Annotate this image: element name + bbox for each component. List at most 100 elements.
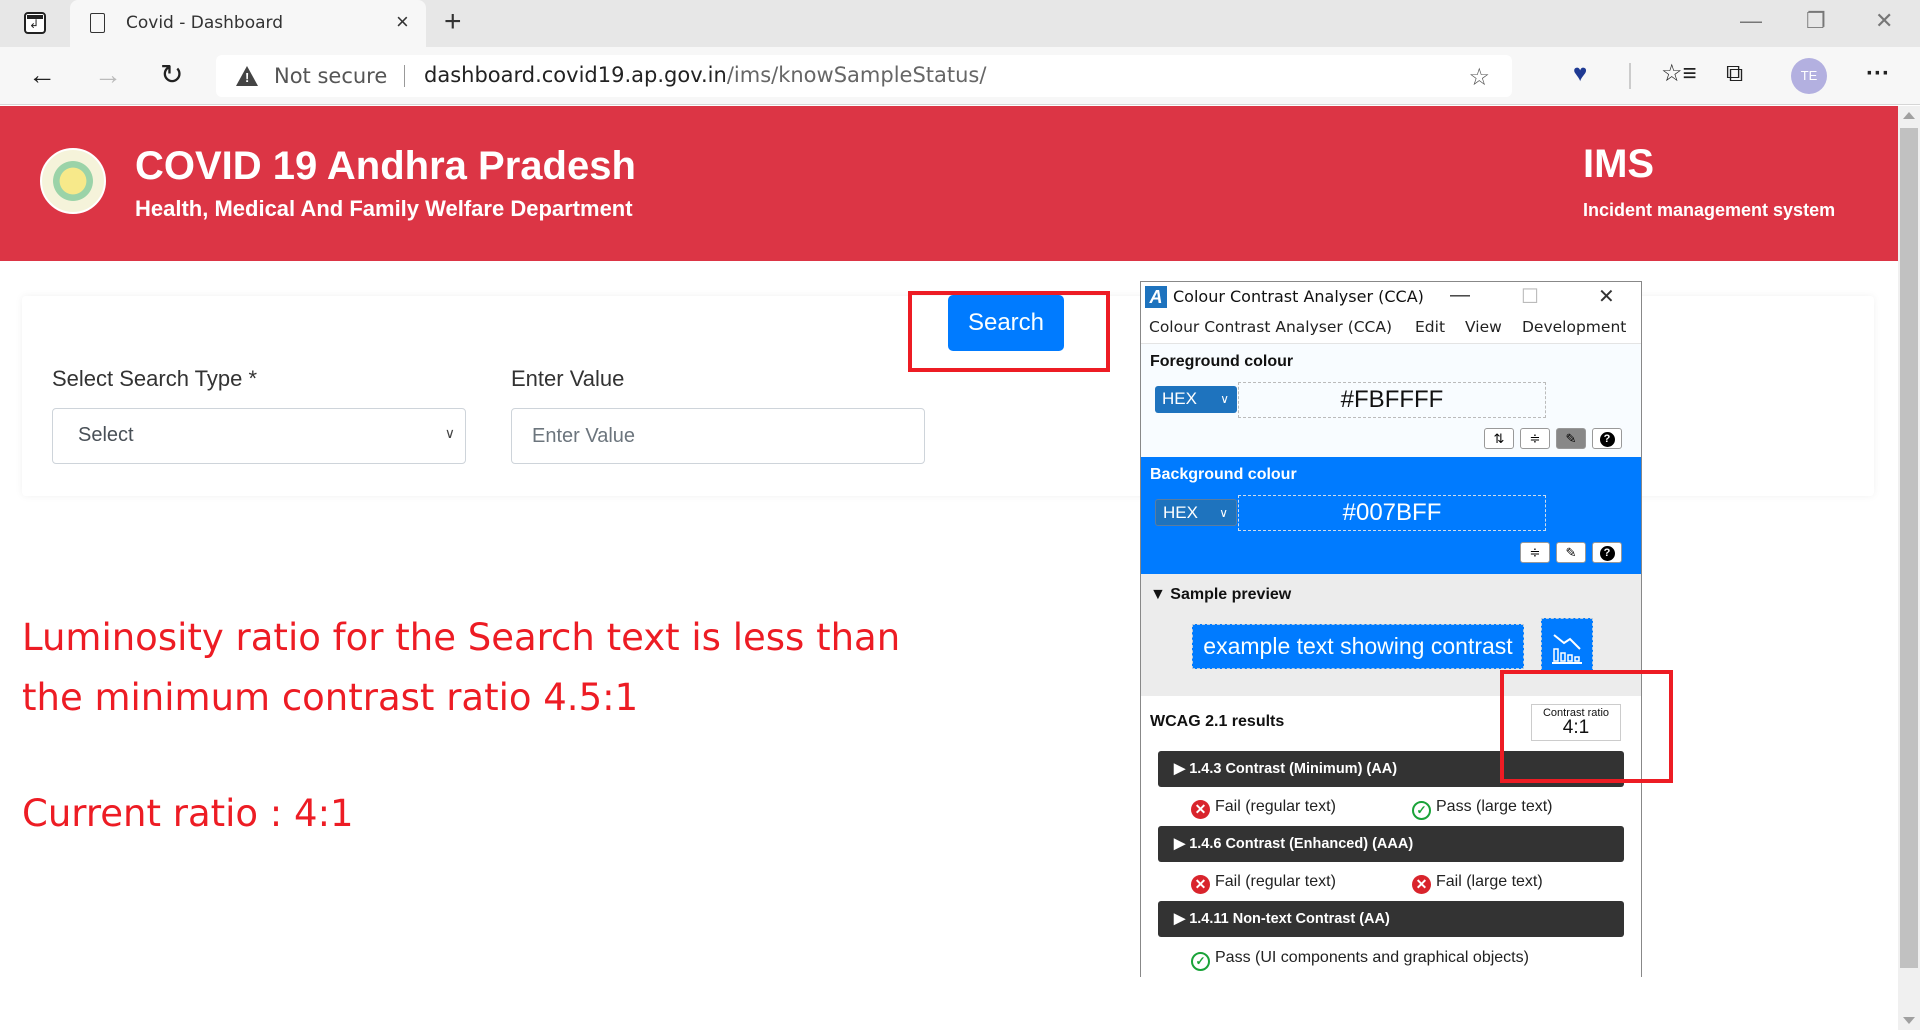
ims-subtitle: Incident management system bbox=[1583, 200, 1836, 220]
new-tab-button[interactable]: + bbox=[444, 6, 462, 38]
ims-title: IMS bbox=[1583, 142, 1655, 186]
annotation-current-ratio: Current ratio : 4:1 bbox=[22, 792, 354, 835]
tab-title: Covid - Dashboard bbox=[126, 13, 284, 33]
sample-preview-text: example text showing contrast bbox=[1192, 624, 1524, 669]
site-header: COVID 19 Andhra Pradesh Health, Medical … bbox=[0, 106, 1898, 261]
toolbar-divider bbox=[1629, 63, 1631, 89]
cca-logo-icon: A bbox=[1145, 286, 1167, 308]
background-format-select[interactable]: HEX ∨ bbox=[1155, 499, 1237, 526]
search-type-label: Select Search Type * bbox=[52, 366, 258, 391]
swap-colours-icon[interactable]: ⇅ bbox=[1484, 428, 1514, 449]
heart-shield-icon[interactable]: ♥ bbox=[1573, 59, 1587, 89]
collections-icon[interactable]: ⧉ bbox=[1726, 59, 1743, 89]
divider bbox=[404, 65, 405, 87]
search-type-value: Select bbox=[78, 424, 134, 446]
result-item: ✕ Fail (large text) bbox=[1412, 873, 1543, 894]
search-type-select[interactable]: Select ∨ bbox=[52, 408, 466, 464]
url-text[interactable]: dashboard.covid19.ap.gov.in/ims/knowSamp… bbox=[424, 63, 986, 87]
result-item: ✓ Pass (UI components and graphical objec… bbox=[1191, 949, 1529, 971]
scroll-thumb[interactable] bbox=[1900, 128, 1918, 968]
page-scrollbar[interactable] bbox=[1898, 106, 1920, 1030]
chevron-down-icon: ∨ bbox=[1219, 506, 1228, 520]
menu-view[interactable]: View bbox=[1465, 318, 1502, 336]
sample-preview-title: Sample preview bbox=[1170, 586, 1292, 603]
state-emblem-logo bbox=[40, 148, 106, 214]
cca-window-title: Colour Contrast Analyser (CCA) bbox=[1173, 287, 1424, 306]
background-title: Background colour bbox=[1150, 466, 1297, 483]
sample-preview-toggle[interactable]: ▼ Sample preview bbox=[1150, 586, 1291, 604]
result-text: Fail (large text) bbox=[1436, 873, 1543, 890]
tab-actions-icon[interactable] bbox=[24, 12, 46, 34]
criterion-1-4-6[interactable]: ▶ 1.4.6 Contrast (Enhanced) (AAA) bbox=[1158, 826, 1624, 862]
sliders-icon[interactable]: ≑ bbox=[1520, 542, 1550, 563]
fail-icon: ✕ bbox=[1191, 875, 1210, 894]
result-text: Pass (UI components and graphical object… bbox=[1215, 949, 1529, 966]
criterion-label: 1.4.6 Contrast (Enhanced) (AAA) bbox=[1189, 836, 1414, 852]
result-item: ✕ Fail (regular text) bbox=[1191, 873, 1336, 894]
annotation-line-1: Luminosity ratio for the Search text is … bbox=[22, 616, 901, 659]
help-icon[interactable]: ? bbox=[1592, 542, 1622, 563]
foreground-hex-input[interactable]: #FBFFFF bbox=[1238, 382, 1546, 418]
page-icon bbox=[90, 13, 105, 33]
wcag-results-title: WCAG 2.1 results bbox=[1150, 713, 1285, 730]
refresh-button[interactable]: ↻ bbox=[160, 60, 183, 90]
cca-minimize-button[interactable]: — bbox=[1450, 284, 1470, 307]
more-icon[interactable]: ··· bbox=[1866, 59, 1890, 89]
search-button-highlight-box bbox=[908, 291, 1110, 372]
help-icon[interactable]: ? bbox=[1592, 428, 1622, 449]
favorites-icon[interactable]: ☆≡ bbox=[1661, 59, 1697, 89]
eyedropper-icon[interactable]: ✎ bbox=[1556, 428, 1586, 449]
url-path: /ims/knowSampleStatus/ bbox=[726, 63, 987, 87]
chevron-down-icon: ∨ bbox=[444, 425, 455, 441]
add-favorite-icon[interactable]: ☆ bbox=[1468, 63, 1490, 92]
forward-button[interactable]: → bbox=[94, 60, 122, 90]
close-window-button[interactable]: ✕ bbox=[1875, 8, 1893, 34]
browser-tab-bar: Covid - Dashboard × + — ❐ ✕ bbox=[0, 0, 1920, 47]
background-hex-input[interactable]: #007BFF bbox=[1238, 495, 1546, 531]
value-input[interactable] bbox=[511, 408, 925, 464]
criterion-label: 1.4.3 Contrast (Minimum) (AA) bbox=[1189, 761, 1398, 777]
back-button[interactable]: ← bbox=[28, 60, 56, 90]
url-host: dashboard.covid19.ap.gov.in bbox=[424, 63, 727, 87]
foreground-colour-section: Foreground colour HEX ∨ #FBFFFF ⇅ ≑ ✎ ? bbox=[1141, 344, 1641, 457]
contrast-ratio-highlight-box bbox=[1500, 670, 1673, 783]
cca-maximize-button[interactable]: ☐ bbox=[1521, 284, 1539, 309]
scroll-down-arrow-icon[interactable] bbox=[1903, 1017, 1915, 1024]
pass-icon: ✓ bbox=[1412, 801, 1431, 820]
fail-icon: ✕ bbox=[1412, 875, 1431, 894]
criterion-1-4-11[interactable]: ▶ 1.4.11 Non-text Contrast (AA) bbox=[1158, 901, 1624, 937]
cca-menubar: Colour Contrast Analyser (CCA) Edit View… bbox=[1141, 312, 1641, 344]
foreground-format-select[interactable]: HEX ∨ bbox=[1155, 386, 1237, 413]
menu-cca[interactable]: Colour Contrast Analyser (CCA) bbox=[1149, 318, 1392, 336]
profile-avatar[interactable]: TE bbox=[1791, 58, 1827, 94]
value-label: Enter Value bbox=[511, 366, 625, 391]
chart-preview-icon bbox=[1541, 618, 1593, 674]
pass-icon: ✓ bbox=[1191, 952, 1210, 971]
minimize-window-button[interactable]: — bbox=[1740, 8, 1762, 34]
sliders-icon[interactable]: ≑ bbox=[1520, 428, 1550, 449]
site-title: COVID 19 Andhra Pradesh bbox=[135, 144, 636, 188]
fail-icon: ✕ bbox=[1191, 800, 1210, 819]
background-format-value: HEX bbox=[1163, 503, 1198, 522]
address-bar[interactable]: Not secure dashboard.covid19.ap.gov.in/i… bbox=[216, 55, 1512, 97]
security-status[interactable]: Not secure bbox=[274, 64, 387, 88]
menu-edit[interactable]: Edit bbox=[1415, 318, 1445, 336]
cca-titlebar[interactable]: A Colour Contrast Analyser (CCA) — ☐ ✕ bbox=[1141, 282, 1641, 312]
restore-window-button[interactable]: ❐ bbox=[1806, 8, 1826, 34]
menu-development[interactable]: Development bbox=[1522, 318, 1626, 336]
warning-icon[interactable] bbox=[236, 66, 258, 86]
result-item: ✕ Fail (regular text) bbox=[1191, 798, 1336, 819]
tab-close-button[interactable]: × bbox=[396, 10, 409, 34]
annotation-line-2: the minimum contrast ratio 4.5:1 bbox=[22, 676, 639, 719]
criterion-label: 1.4.11 Non-text Contrast (AA) bbox=[1189, 911, 1390, 927]
foreground-title: Foreground colour bbox=[1150, 353, 1294, 370]
scroll-up-arrow-icon[interactable] bbox=[1903, 112, 1915, 119]
result-text: Fail (regular text) bbox=[1215, 873, 1336, 890]
eyedropper-icon[interactable]: ✎ bbox=[1556, 542, 1586, 563]
browser-tab[interactable]: Covid - Dashboard × bbox=[70, 0, 426, 47]
browser-toolbar: ← → ↻ Not secure dashboard.covid19.ap.go… bbox=[0, 47, 1920, 105]
chevron-down-icon: ∨ bbox=[1220, 392, 1229, 406]
site-subtitle: Health, Medical And Family Welfare Depar… bbox=[135, 196, 633, 221]
cca-window: A Colour Contrast Analyser (CCA) — ☐ ✕ C… bbox=[1140, 281, 1642, 978]
cca-close-button[interactable]: ✕ bbox=[1598, 284, 1615, 309]
